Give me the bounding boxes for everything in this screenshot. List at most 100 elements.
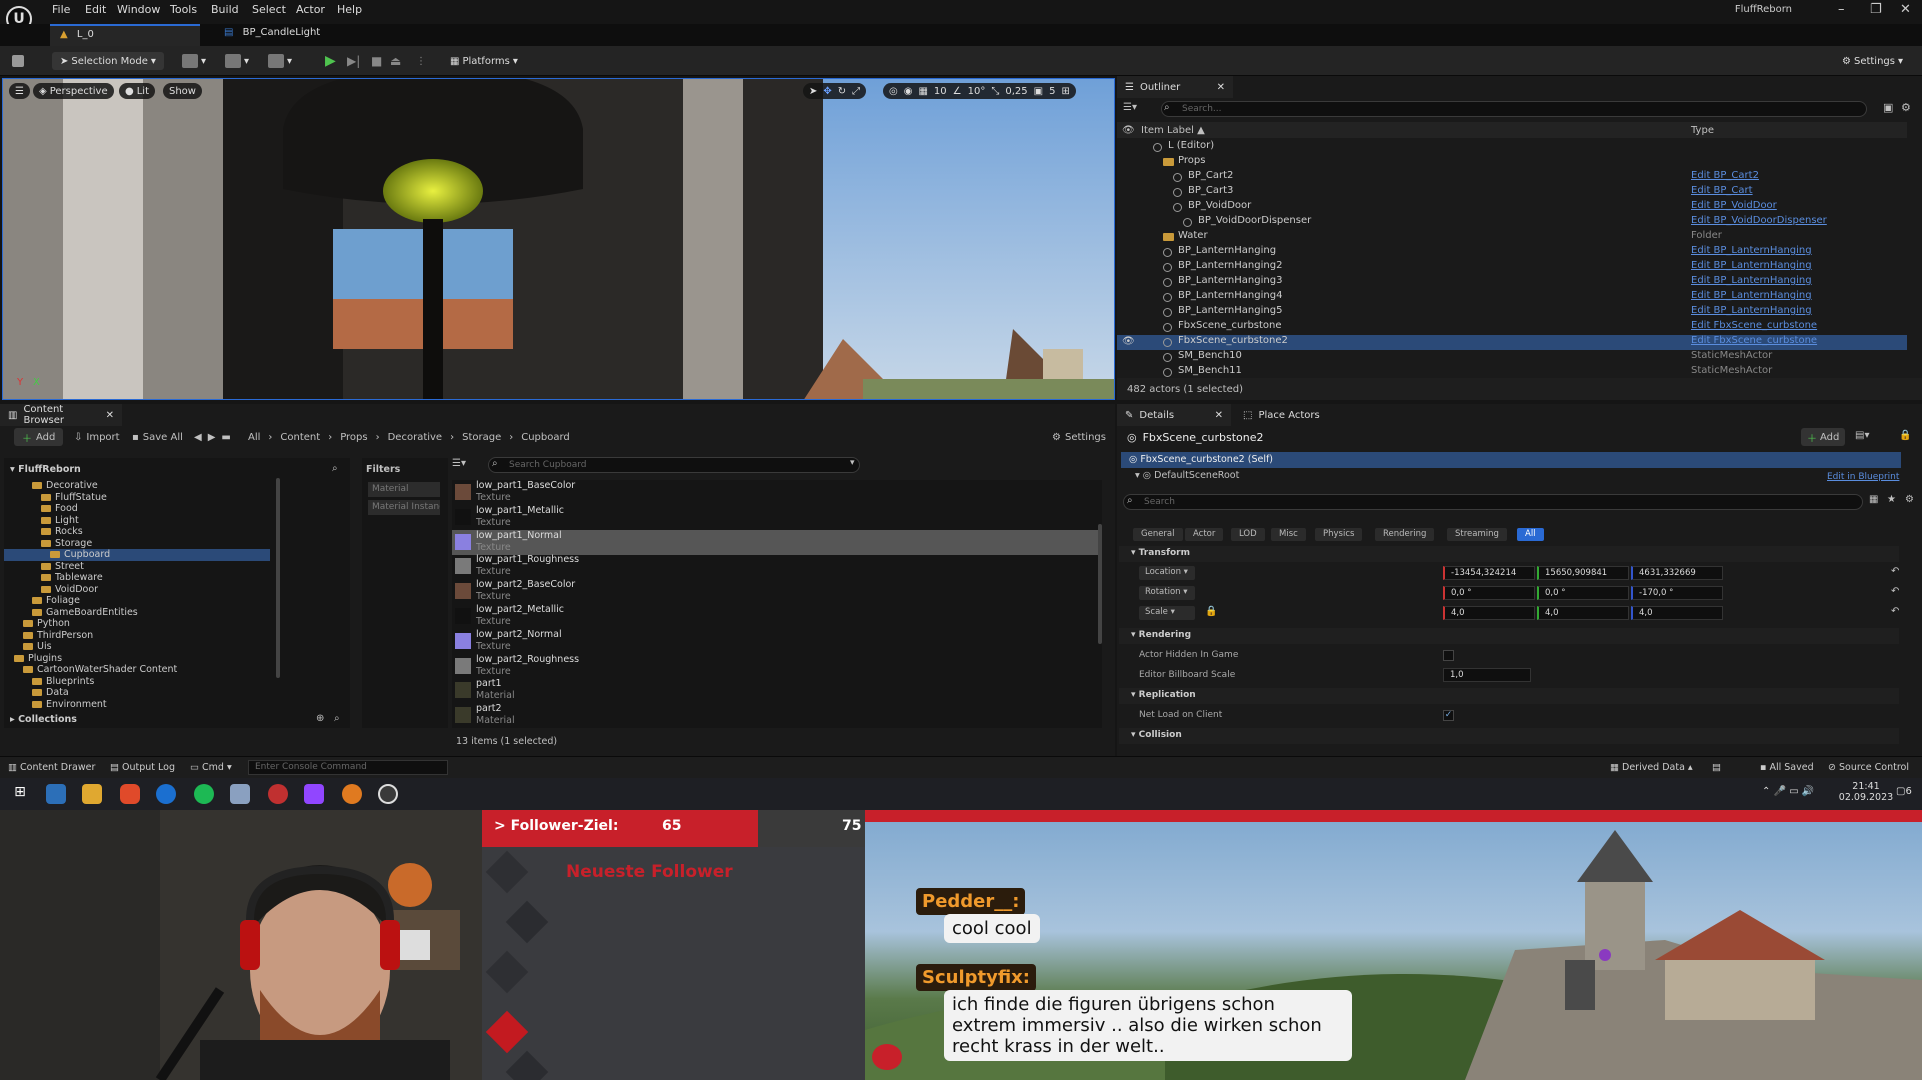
tree-folder[interactable]: FluffStatue	[4, 492, 270, 504]
search-icon[interactable]: ⌕	[334, 713, 340, 724]
folder-app-icon[interactable]	[82, 784, 102, 804]
tree-folder[interactable]: Plugins	[4, 653, 270, 665]
cinematics-toolbar-button[interactable]: ▾	[268, 52, 292, 70]
asset-item[interactable]: low_part1_Metallic Texture	[452, 505, 1098, 530]
tree-folder[interactable]: GameBoardEntities	[4, 607, 270, 619]
tree-folder[interactable]: Street	[4, 561, 270, 573]
outliner-row[interactable]: BP_LanternHanging4 Edit BP_LanternHanging	[1117, 290, 1907, 305]
actor-name-label[interactable]: FbxScene_curbstone2	[1143, 431, 1264, 444]
filter-material[interactable]: Material	[368, 482, 440, 497]
select-tool-icon[interactable]: ➤	[809, 86, 817, 97]
rotation-z-field[interactable]: -170,0 °	[1631, 586, 1723, 600]
notifications-icon[interactable]: ▢6	[1896, 786, 1912, 797]
clock[interactable]: 21:41 02.09.2023	[1838, 781, 1894, 803]
location-z-field[interactable]: 4631,332669	[1631, 566, 1723, 580]
outliner-row-type[interactable]: Edit BP_Cart2	[1691, 170, 1759, 181]
outliner-row-type[interactable]: Edit BP_Cart	[1691, 185, 1753, 196]
asset-search-input[interactable]: Search Cupboard	[488, 457, 860, 473]
tree-folder[interactable]: VoidDoor	[4, 584, 270, 596]
menu-edit[interactable]: Edit	[85, 3, 106, 16]
outliner-row[interactable]: BP_Cart2 Edit BP_Cart2	[1117, 170, 1907, 185]
outliner-row[interactable]: BP_VoidDoorDispenser Edit BP_VoidDoorDisp…	[1117, 215, 1907, 230]
add-component-button[interactable]: ＋ Add	[1801, 428, 1846, 446]
breadcrumb-all[interactable]: All	[248, 432, 260, 443]
tree-root[interactable]: ▾ FluffReborn	[10, 464, 81, 476]
tree-folder[interactable]: Food	[4, 503, 270, 515]
tree-folder[interactable]: Data	[4, 687, 270, 699]
outliner-row-type[interactable]: Edit BP_VoidDoorDispenser	[1691, 215, 1827, 226]
show-button[interactable]: Show	[163, 83, 202, 99]
section-rendering[interactable]: ▾ Rendering	[1119, 628, 1899, 644]
asset-item[interactable]: low_part2_Normal Texture	[452, 629, 1098, 654]
outliner-row[interactable]: BP_LanternHanging3 Edit BP_LanternHanging	[1117, 275, 1907, 290]
level-viewport[interactable]: Y X ☰ ◈ Perspective ● Lit Show ➤ ✥ ↻ ⤢ ◎…	[2, 78, 1115, 400]
tray-icons[interactable]: ⌃ 🎤 ▭ 🔊	[1762, 786, 1814, 797]
explorer-app-icon[interactable]	[46, 784, 66, 804]
folder-icon[interactable]: ▬	[221, 432, 230, 443]
category-rendering[interactable]: Rendering	[1375, 528, 1435, 541]
outliner-row-type[interactable]: Edit BP_LanternHanging	[1691, 290, 1812, 301]
tree-folder[interactable]: Foliage	[4, 595, 270, 607]
category-actor[interactable]: Actor	[1185, 528, 1224, 541]
close-icon[interactable]: ✕	[1900, 2, 1911, 17]
outliner-row[interactable]: BP_VoidDoor Edit BP_VoidDoor	[1117, 200, 1907, 215]
import-button[interactable]: ⇩ Import	[74, 428, 120, 446]
blueprint-toolbar-button[interactable]: ▾	[225, 52, 249, 70]
breadcrumb-storage[interactable]: Storage	[462, 432, 501, 443]
outliner-row[interactable]: Water Folder	[1117, 230, 1907, 245]
component-self[interactable]: ◎ FbxScene_curbstone2 (Self)	[1121, 452, 1901, 468]
outliner-row[interactable]: BP_LanternHanging2 Edit BP_LanternHanging	[1117, 260, 1907, 275]
lock-icon[interactable]: 🔒	[1899, 430, 1911, 441]
category-general[interactable]: General	[1133, 528, 1183, 541]
asset-item[interactable]: low_part2_Metallic Texture	[452, 604, 1098, 629]
outliner-row[interactable]: L (Editor)	[1117, 140, 1907, 155]
gear-icon[interactable]: ⚙	[1901, 101, 1911, 114]
add-folder-icon[interactable]: ▣	[1883, 101, 1893, 114]
rotation-x-field[interactable]: 0,0 °	[1443, 586, 1535, 600]
asset-item[interactable]: part1 Material	[452, 678, 1098, 703]
net-load-checkbox[interactable]: ✓	[1443, 710, 1454, 721]
section-collision[interactable]: ▾ Collision	[1119, 728, 1899, 744]
outliner-row-type[interactable]: Edit BP_LanternHanging	[1691, 245, 1812, 256]
edit-in-blueprint-link[interactable]: Edit in Blueprint	[1827, 472, 1899, 482]
rotation-y-field[interactable]: 0,0 °	[1537, 586, 1629, 600]
search-icon[interactable]: ⌕	[332, 463, 338, 474]
lock-icon[interactable]: 🔒	[1205, 606, 1217, 617]
blueprint-options-icon[interactable]: ▤▾	[1855, 430, 1869, 441]
rotation-dropdown[interactable]: Rotation ▾	[1139, 586, 1195, 600]
tree-folder[interactable]: CartoonWaterShader Content	[4, 664, 270, 676]
all-saved-button[interactable]: ▪ All Saved	[1760, 762, 1814, 773]
visibility-icon[interactable]: 👁	[1122, 125, 1135, 136]
tab-details[interactable]: ✎ Details ✕	[1117, 404, 1231, 426]
section-transform[interactable]: ▾ Transform	[1119, 546, 1899, 562]
section-replication[interactable]: ▾ Replication	[1119, 688, 1899, 704]
gear-icon[interactable]: ⚙	[1905, 494, 1914, 505]
back-icon[interactable]: ◀	[194, 432, 202, 443]
restore-icon[interactable]: ❐	[1870, 2, 1882, 17]
grid-view-icon[interactable]: ▦	[1869, 494, 1878, 505]
column-type[interactable]: Type	[1691, 125, 1714, 136]
outliner-row-type[interactable]: Edit BP_LanternHanging	[1691, 275, 1812, 286]
menu-actor[interactable]: Actor	[296, 3, 325, 16]
tab-outliner[interactable]: ☰ Outliner ✕	[1117, 76, 1233, 98]
category-misc[interactable]: Misc	[1271, 528, 1306, 541]
close-tab-icon[interactable]: ✕	[1217, 82, 1225, 93]
reset-icon[interactable]: ↶	[1891, 586, 1899, 597]
twitch-app-icon[interactable]	[304, 784, 324, 804]
tree-folder[interactable]: Cupboard	[4, 549, 270, 561]
asset-item[interactable]: low_part1_Roughness Texture	[452, 554, 1098, 579]
tab-content-browser[interactable]: ▥ Content Browser ✕	[0, 404, 122, 426]
collections-header[interactable]: ▸ Collections	[10, 714, 77, 726]
tree-folder[interactable]: Uis	[4, 641, 270, 653]
unreal-editor-app-icon[interactable]	[378, 784, 398, 804]
outliner-row-type[interactable]: Edit BP_LanternHanging	[1691, 305, 1812, 316]
category-lod[interactable]: LOD	[1231, 528, 1265, 541]
outliner-row[interactable]: SM_Bench10 StaticMeshActor	[1117, 350, 1907, 365]
outliner-row[interactable]: FbxScene_curbstone Edit FbxScene_curbston…	[1117, 320, 1907, 335]
component-default-root[interactable]: ▾ ◎ DefaultSceneRoot	[1135, 470, 1239, 481]
filter-material-instance[interactable]: Material Instanc	[368, 500, 440, 515]
derived-data-button[interactable]: ▦ Derived Data ▴	[1610, 762, 1693, 773]
tree-folder[interactable]: Blueprints	[4, 676, 270, 688]
menu-file[interactable]: File	[52, 3, 70, 16]
step-icon[interactable]: ▶|	[347, 52, 360, 70]
